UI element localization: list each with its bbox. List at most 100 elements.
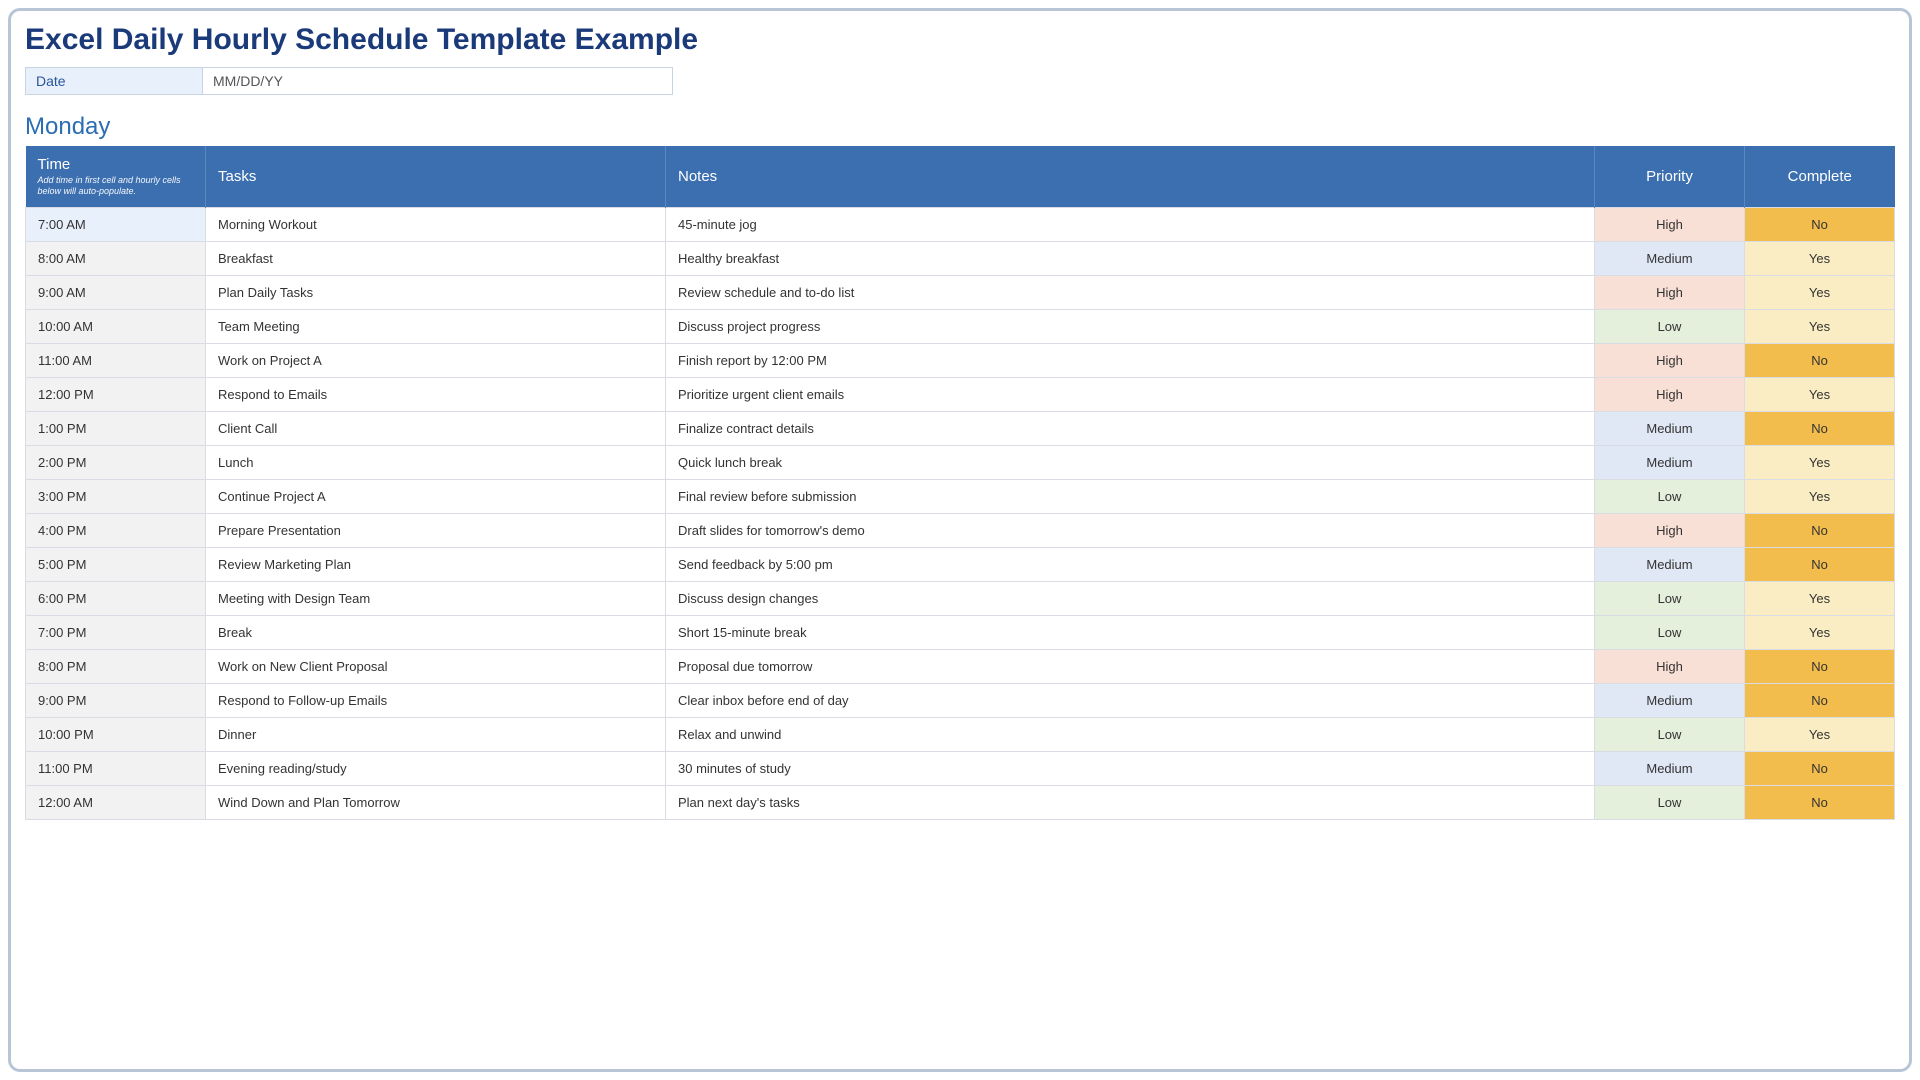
cell-complete[interactable]: Yes: [1745, 479, 1895, 513]
cell-task[interactable]: Dinner: [206, 717, 666, 751]
cell-task[interactable]: Break: [206, 615, 666, 649]
cell-time[interactable]: 2:00 PM: [26, 445, 206, 479]
cell-task[interactable]: Respond to Follow-up Emails: [206, 683, 666, 717]
cell-priority[interactable]: Medium: [1595, 411, 1745, 445]
cell-time[interactable]: 7:00 PM: [26, 615, 206, 649]
cell-note[interactable]: Discuss design changes: [666, 581, 1595, 615]
cell-task[interactable]: Review Marketing Plan: [206, 547, 666, 581]
cell-task[interactable]: Breakfast: [206, 241, 666, 275]
cell-priority[interactable]: High: [1595, 377, 1745, 411]
cell-task[interactable]: Work on Project A: [206, 343, 666, 377]
cell-time[interactable]: 9:00 AM: [26, 275, 206, 309]
cell-priority[interactable]: High: [1595, 343, 1745, 377]
cell-priority[interactable]: Medium: [1595, 683, 1745, 717]
cell-time[interactable]: 3:00 PM: [26, 479, 206, 513]
cell-priority[interactable]: High: [1595, 207, 1745, 241]
cell-time[interactable]: 8:00 AM: [26, 241, 206, 275]
header-tasks: Tasks: [206, 146, 666, 207]
cell-task[interactable]: Continue Project A: [206, 479, 666, 513]
table-row: 10:00 PMDinnerRelax and unwindLowYes: [26, 717, 1895, 751]
cell-complete[interactable]: Yes: [1745, 377, 1895, 411]
cell-note[interactable]: Short 15-minute break: [666, 615, 1595, 649]
cell-time[interactable]: 4:00 PM: [26, 513, 206, 547]
cell-priority[interactable]: Low: [1595, 717, 1745, 751]
cell-note[interactable]: Send feedback by 5:00 pm: [666, 547, 1595, 581]
cell-priority[interactable]: Low: [1595, 581, 1745, 615]
cell-priority[interactable]: Low: [1595, 615, 1745, 649]
cell-note[interactable]: Plan next day's tasks: [666, 785, 1595, 819]
cell-task[interactable]: Work on New Client Proposal: [206, 649, 666, 683]
cell-task[interactable]: Prepare Presentation: [206, 513, 666, 547]
cell-time[interactable]: 10:00 AM: [26, 309, 206, 343]
cell-note[interactable]: Quick lunch break: [666, 445, 1595, 479]
cell-note[interactable]: Prioritize urgent client emails: [666, 377, 1595, 411]
cell-priority[interactable]: Medium: [1595, 751, 1745, 785]
cell-complete[interactable]: No: [1745, 683, 1895, 717]
cell-complete[interactable]: No: [1745, 513, 1895, 547]
cell-priority[interactable]: Medium: [1595, 241, 1745, 275]
cell-time[interactable]: 12:00 PM: [26, 377, 206, 411]
cell-time[interactable]: 12:00 AM: [26, 785, 206, 819]
cell-note[interactable]: Relax and unwind: [666, 717, 1595, 751]
cell-note[interactable]: Clear inbox before end of day: [666, 683, 1595, 717]
cell-note[interactable]: Finalize contract details: [666, 411, 1595, 445]
cell-time[interactable]: 6:00 PM: [26, 581, 206, 615]
cell-priority[interactable]: Low: [1595, 309, 1745, 343]
cell-note[interactable]: 30 minutes of study: [666, 751, 1595, 785]
cell-complete[interactable]: Yes: [1745, 615, 1895, 649]
cell-complete[interactable]: No: [1745, 785, 1895, 819]
table-row: 4:00 PMPrepare PresentationDraft slides …: [26, 513, 1895, 547]
cell-complete[interactable]: Yes: [1745, 581, 1895, 615]
cell-priority[interactable]: High: [1595, 275, 1745, 309]
cell-note[interactable]: Draft slides for tomorrow's demo: [666, 513, 1595, 547]
cell-time[interactable]: 7:00 AM: [26, 207, 206, 241]
cell-note[interactable]: Proposal due tomorrow: [666, 649, 1595, 683]
cell-time[interactable]: 8:00 PM: [26, 649, 206, 683]
cell-task[interactable]: Respond to Emails: [206, 377, 666, 411]
cell-complete[interactable]: No: [1745, 649, 1895, 683]
cell-complete[interactable]: No: [1745, 207, 1895, 241]
cell-complete[interactable]: No: [1745, 547, 1895, 581]
cell-complete[interactable]: Yes: [1745, 275, 1895, 309]
cell-priority[interactable]: Low: [1595, 785, 1745, 819]
cell-complete[interactable]: Yes: [1745, 717, 1895, 751]
cell-task[interactable]: Client Call: [206, 411, 666, 445]
cell-priority[interactable]: Medium: [1595, 445, 1745, 479]
table-row: 7:00 AMMorning Workout45-minute jogHighN…: [26, 207, 1895, 241]
cell-task[interactable]: Team Meeting: [206, 309, 666, 343]
header-complete: Complete: [1745, 146, 1895, 207]
page-title: Excel Daily Hourly Schedule Template Exa…: [25, 23, 1895, 57]
cell-time[interactable]: 11:00 PM: [26, 751, 206, 785]
cell-note[interactable]: Finish report by 12:00 PM: [666, 343, 1595, 377]
cell-task[interactable]: Lunch: [206, 445, 666, 479]
header-notes: Notes: [666, 146, 1595, 207]
cell-complete[interactable]: No: [1745, 411, 1895, 445]
cell-note[interactable]: Healthy breakfast: [666, 241, 1595, 275]
cell-complete[interactable]: No: [1745, 751, 1895, 785]
cell-complete[interactable]: Yes: [1745, 241, 1895, 275]
cell-note[interactable]: 45-minute jog: [666, 207, 1595, 241]
cell-time[interactable]: 10:00 PM: [26, 717, 206, 751]
cell-task[interactable]: Meeting with Design Team: [206, 581, 666, 615]
cell-task[interactable]: Wind Down and Plan Tomorrow: [206, 785, 666, 819]
cell-note[interactable]: Review schedule and to-do list: [666, 275, 1595, 309]
date-input[interactable]: MM/DD/YY: [203, 67, 673, 95]
cell-time[interactable]: 9:00 PM: [26, 683, 206, 717]
cell-priority[interactable]: Low: [1595, 479, 1745, 513]
cell-time[interactable]: 5:00 PM: [26, 547, 206, 581]
table-row: 11:00 PMEvening reading/study30 minutes …: [26, 751, 1895, 785]
cell-complete[interactable]: No: [1745, 343, 1895, 377]
cell-complete[interactable]: Yes: [1745, 445, 1895, 479]
cell-task[interactable]: Evening reading/study: [206, 751, 666, 785]
cell-task[interactable]: Plan Daily Tasks: [206, 275, 666, 309]
cell-note[interactable]: Discuss project progress: [666, 309, 1595, 343]
cell-complete[interactable]: Yes: [1745, 309, 1895, 343]
cell-note[interactable]: Final review before submission: [666, 479, 1595, 513]
date-label: Date: [25, 67, 203, 95]
cell-time[interactable]: 11:00 AM: [26, 343, 206, 377]
cell-priority[interactable]: High: [1595, 513, 1745, 547]
cell-task[interactable]: Morning Workout: [206, 207, 666, 241]
cell-time[interactable]: 1:00 PM: [26, 411, 206, 445]
cell-priority[interactable]: Medium: [1595, 547, 1745, 581]
cell-priority[interactable]: High: [1595, 649, 1745, 683]
